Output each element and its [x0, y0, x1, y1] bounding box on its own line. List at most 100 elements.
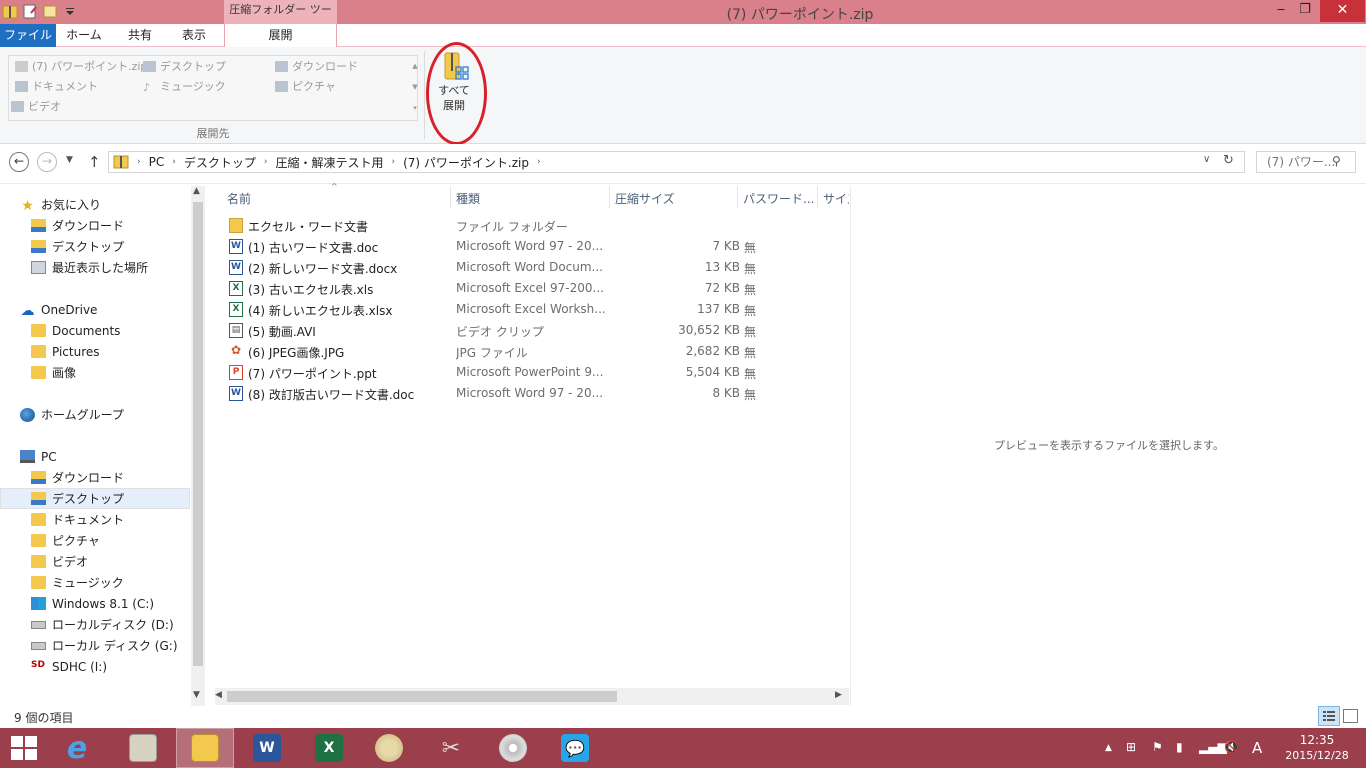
up-one-level-icon[interactable]: ↑: [88, 153, 101, 171]
ime-indicator[interactable]: A: [1252, 739, 1262, 757]
chevron-down-icon[interactable]: ∨: [1203, 154, 1210, 165]
column-type[interactable]: 種類: [456, 190, 480, 207]
file-row[interactable]: ▤ (5) 動画.AVI ビデオ クリップ 30,652 KB 無: [225, 320, 785, 341]
nav-drive-i[interactable]: SD SDHC (I:): [0, 656, 190, 677]
nav-onedrive-documents[interactable]: Documents: [0, 320, 190, 341]
forward-button[interactable]: →: [37, 152, 57, 172]
file-row[interactable]: ✿ (6) JPEG画像.JPG JPG ファイル 2,682 KB 無: [225, 341, 785, 362]
breadcrumb-test-folder[interactable]: 圧縮・解凍テスト用: [271, 154, 387, 171]
scroll-right-icon[interactable]: ▶: [835, 690, 842, 700]
new-folder-icon[interactable]: [42, 3, 58, 20]
gallery-scroll[interactable]: ▲ ▼ ▾: [411, 56, 419, 120]
column-divider[interactable]: [817, 186, 818, 208]
tab-extract[interactable]: 展開: [224, 24, 337, 48]
destination-item[interactable]: デスクトップ: [143, 58, 226, 74]
taskbar-messenger[interactable]: 💬: [546, 728, 604, 768]
taskbar-paint[interactable]: [360, 728, 418, 768]
destination-item[interactable]: ダウンロード: [275, 58, 358, 74]
nav-fav-desktop[interactable]: デスクトップ: [0, 236, 190, 257]
destination-item[interactable]: ドキュメント: [15, 78, 98, 94]
file-row[interactable]: W (1) 古いワード文書.doc Microsoft Word 97 - 20…: [225, 236, 785, 257]
properties-icon[interactable]: [22, 3, 38, 20]
clock-time[interactable]: 12:35: [1270, 733, 1364, 747]
nav-pc[interactable]: PC: [0, 446, 190, 467]
nav-drive-g[interactable]: ローカル ディスク (G:): [0, 635, 190, 656]
destination-item[interactable]: ビデオ: [11, 98, 61, 114]
nav-pc-desktop[interactable]: デスクトップ: [0, 488, 190, 509]
breadcrumb-desktop[interactable]: デスクトップ: [180, 154, 260, 171]
nav-pc-pictures[interactable]: ピクチャ: [0, 530, 190, 551]
chevron-right-icon[interactable]: ›: [260, 157, 272, 167]
taskbar-word[interactable]: W: [238, 728, 296, 768]
show-hidden-icons-icon[interactable]: ▲: [1105, 743, 1112, 753]
taskbar-file-explorer[interactable]: [176, 728, 234, 768]
nav-fav-recent[interactable]: 最近表示した場所: [0, 257, 190, 278]
nav-onedrive[interactable]: ☁ OneDrive: [0, 299, 190, 320]
scroll-up-icon[interactable]: ▲: [193, 186, 200, 196]
scroll-down-icon[interactable]: ▼: [193, 690, 200, 700]
taskbar-snipping-tool[interactable]: ✂: [422, 728, 480, 768]
file-row[interactable]: P (7) パワーポイント.ppt Microsoft PowerPoint 9…: [225, 362, 785, 383]
action-center-windows-icon[interactable]: ⊞: [1126, 740, 1136, 754]
column-compressed-size[interactable]: 圧縮サイズ: [615, 190, 675, 207]
close-button[interactable]: ✕: [1320, 0, 1365, 22]
back-button[interactable]: ←: [9, 152, 29, 172]
flag-icon[interactable]: ⚑: [1152, 740, 1163, 754]
column-size[interactable]: サイズ: [823, 190, 849, 207]
nav-pc-videos[interactable]: ビデオ: [0, 551, 190, 572]
battery-icon[interactable]: ▮: [1176, 740, 1183, 754]
nav-favorites[interactable]: ★ お気に入り: [0, 194, 190, 215]
tab-share[interactable]: 共有: [112, 24, 168, 47]
file-row[interactable]: W (8) 改訂版古いワード文書.doc Microsoft Word 97 -…: [225, 383, 785, 404]
nav-fav-downloads[interactable]: ダウンロード: [0, 215, 190, 236]
nav-pc-downloads[interactable]: ダウンロード: [0, 467, 190, 488]
file-row[interactable]: W (2) 新しいワード文書.docx Microsoft Word Docum…: [225, 257, 785, 278]
clock-date[interactable]: 2015/12/28: [1270, 749, 1364, 762]
tab-view[interactable]: 表示: [166, 24, 222, 47]
scrollbar-thumb[interactable]: [227, 691, 617, 702]
maximize-button[interactable]: ❐: [1292, 0, 1318, 22]
file-row[interactable]: エクセル・ワード文書 ファイル フォルダー: [225, 215, 785, 236]
taskbar-media-player[interactable]: [484, 728, 542, 768]
scrollbar-thumb[interactable]: [193, 202, 203, 666]
nav-onedrive-pictures[interactable]: Pictures: [0, 341, 190, 362]
file-list-horizontal-scrollbar[interactable]: ◀ ▶: [215, 688, 849, 705]
chevron-right-icon[interactable]: ›: [133, 157, 145, 167]
taskbar-news-reader[interactable]: [114, 728, 172, 768]
chevron-right-icon[interactable]: ›: [387, 157, 399, 167]
search-icon[interactable]: ⚲: [1332, 154, 1341, 168]
tab-file[interactable]: ファイル: [0, 24, 56, 47]
taskbar-internet-explorer[interactable]: e: [48, 728, 106, 768]
tab-home[interactable]: ホーム: [56, 24, 112, 47]
nav-homegroup[interactable]: ホームグループ: [0, 404, 190, 425]
address-bar[interactable]: › PC › デスクトップ › 圧縮・解凍テスト用 › (7) パワーポイント.…: [108, 151, 1245, 173]
scroll-left-icon[interactable]: ◀: [215, 690, 222, 700]
column-name[interactable]: 名前: [227, 190, 251, 207]
nav-pc-music[interactable]: ミュージック: [0, 572, 190, 593]
search-input[interactable]: (7) パワー...: [1256, 151, 1356, 173]
start-button[interactable]: [10, 735, 38, 761]
destination-item[interactable]: (7) パワーポイント.zip: [15, 58, 147, 74]
file-row[interactable]: X (4) 新しいエクセル表.xlsx Microsoft Excel Work…: [225, 299, 785, 320]
chevron-right-icon[interactable]: ›: [168, 157, 180, 167]
chevron-right-icon[interactable]: ›: [533, 157, 545, 167]
recent-locations-icon[interactable]: ▼: [66, 155, 73, 165]
breadcrumb-zip[interactable]: (7) パワーポイント.zip: [399, 154, 533, 171]
volume-muted-icon[interactable]: 🔇: [1224, 740, 1239, 754]
nav-drive-c[interactable]: Windows 8.1 (C:): [0, 593, 190, 614]
destination-item[interactable]: ピクチャ: [275, 78, 336, 94]
large-icons-view-icon[interactable]: [1343, 709, 1358, 723]
nav-pane-scrollbar[interactable]: ▲ ▼: [191, 186, 205, 706]
nav-drive-d[interactable]: ローカルディスク (D:): [0, 614, 190, 635]
column-divider[interactable]: [737, 186, 738, 208]
column-password[interactable]: パスワード...: [743, 190, 814, 207]
breadcrumb-pc[interactable]: PC: [145, 155, 169, 169]
column-divider[interactable]: [450, 186, 451, 208]
file-row[interactable]: X (3) 古いエクセル表.xls Microsoft Excel 97-200…: [225, 278, 785, 299]
column-divider[interactable]: [609, 186, 610, 208]
customize-toolbar-icon[interactable]: [62, 3, 78, 20]
details-view-icon[interactable]: [1318, 706, 1340, 726]
nav-onedrive-images[interactable]: 画像: [0, 362, 190, 383]
minimize-button[interactable]: ‒: [1268, 0, 1294, 22]
taskbar-excel[interactable]: X: [300, 728, 358, 768]
